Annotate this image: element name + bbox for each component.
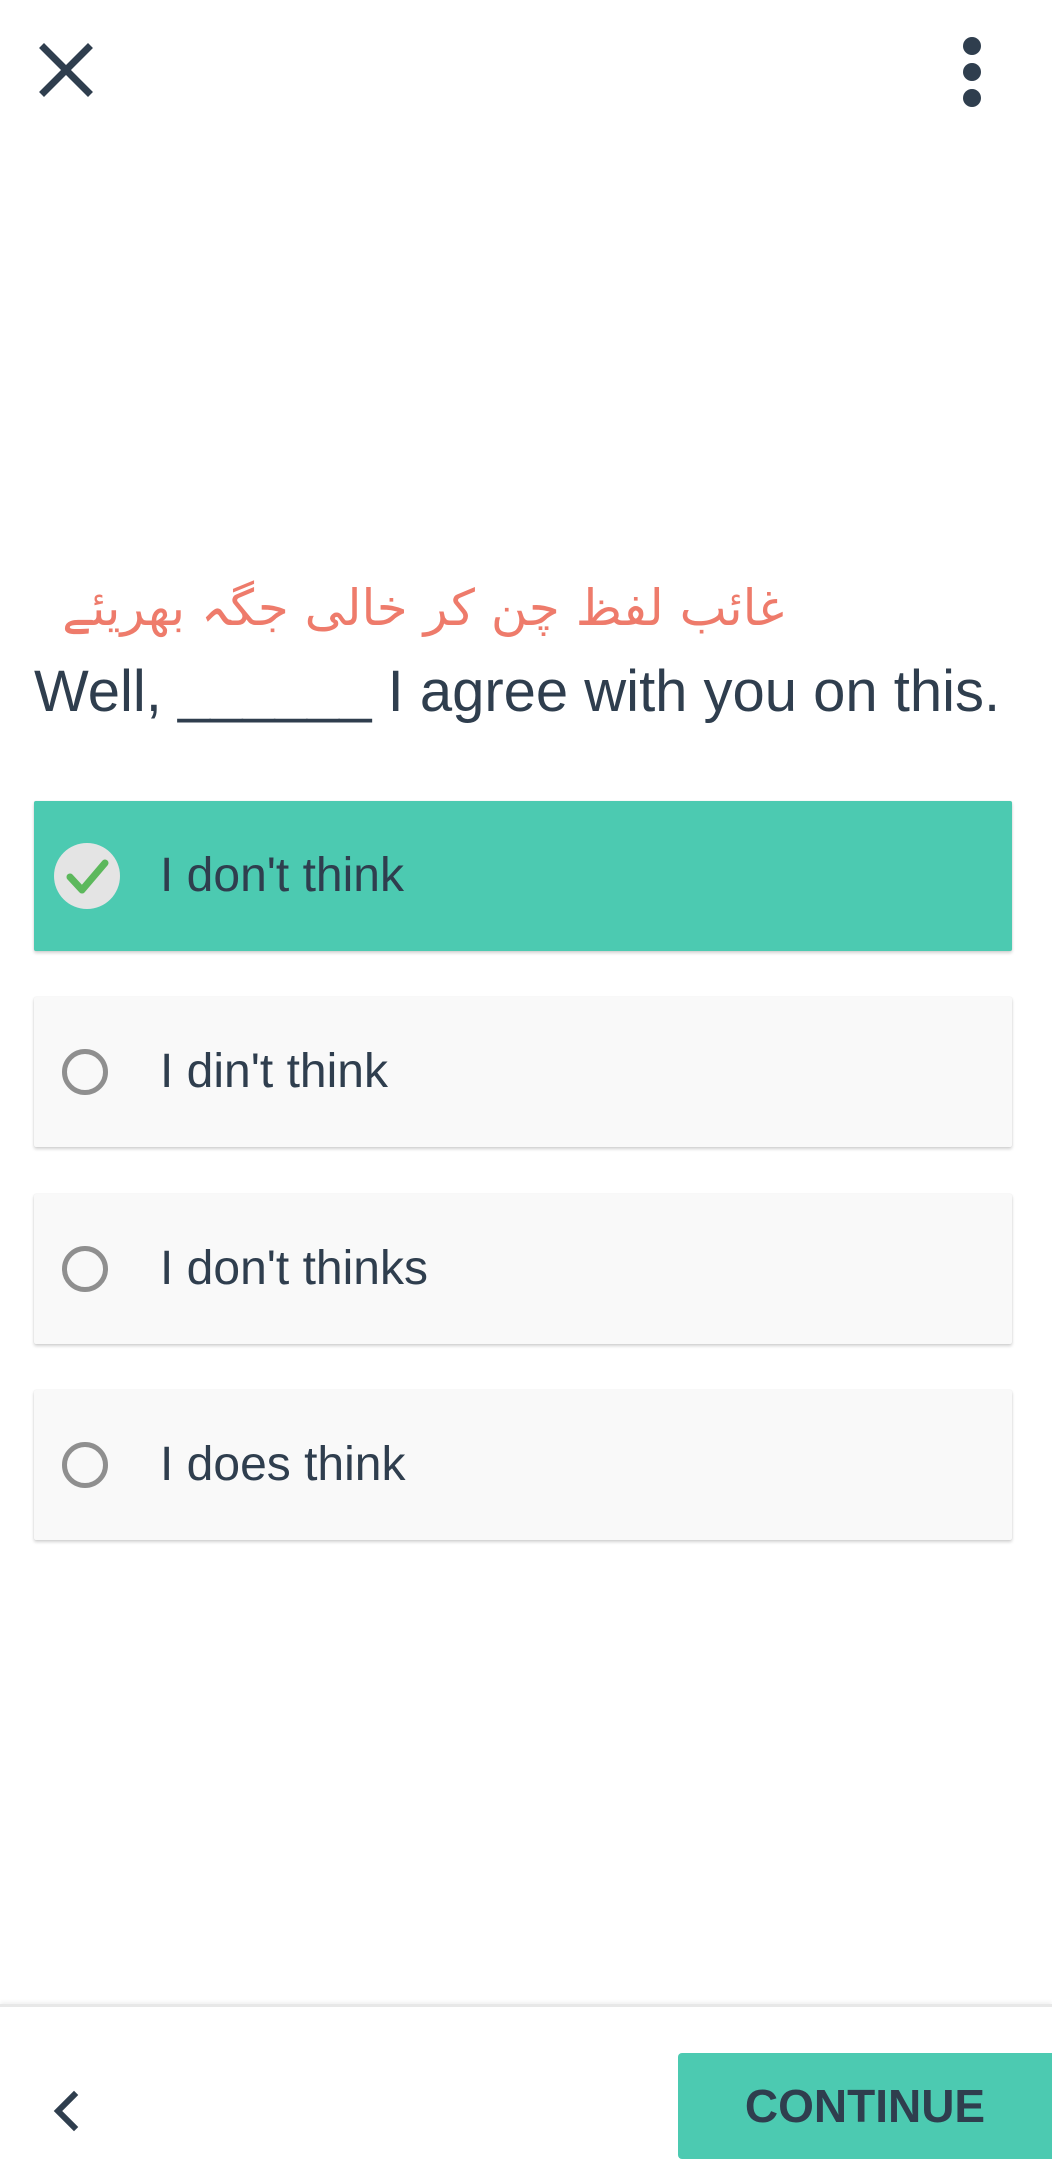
answer-option-4[interactable]: I does think	[34, 1390, 1012, 1540]
quiz-screen: غائب لفظ چن کر خالی جگہ بھریئے Well, ___…	[0, 0, 1052, 2164]
chevron-left-icon	[53, 2090, 79, 2132]
close-icon	[39, 43, 93, 97]
instruction-text: غائب لفظ چن کر خالی جگہ بھریئے	[62, 579, 784, 637]
radio-unselected-icon	[62, 1246, 108, 1292]
checkmark-icon	[54, 843, 120, 909]
radio-unselected-icon	[62, 1442, 108, 1488]
answer-option-2[interactable]: I din't think	[34, 997, 1012, 1147]
back-button[interactable]	[36, 2075, 96, 2145]
close-button[interactable]	[34, 38, 98, 102]
answer-option-label: I does think	[160, 1438, 406, 1491]
radio-unselected-icon	[62, 1049, 108, 1095]
question-sentence: Well, ______ I agree with you on this.	[34, 659, 1001, 724]
more-vertical-icon	[963, 37, 981, 107]
continue-button[interactable]: CONTINUE	[678, 2053, 1052, 2159]
answer-option-label: I don't think	[160, 849, 404, 902]
answer-option-3[interactable]: I don't thinks	[34, 1194, 1012, 1344]
answer-option-1[interactable]: I don't think	[34, 801, 1012, 951]
answer-option-label: I din't think	[160, 1045, 388, 1098]
answer-option-label: I don't thinks	[160, 1242, 428, 1295]
bottom-bar: CONTINUE	[0, 2004, 1052, 2164]
more-options-button[interactable]	[942, 34, 1002, 110]
